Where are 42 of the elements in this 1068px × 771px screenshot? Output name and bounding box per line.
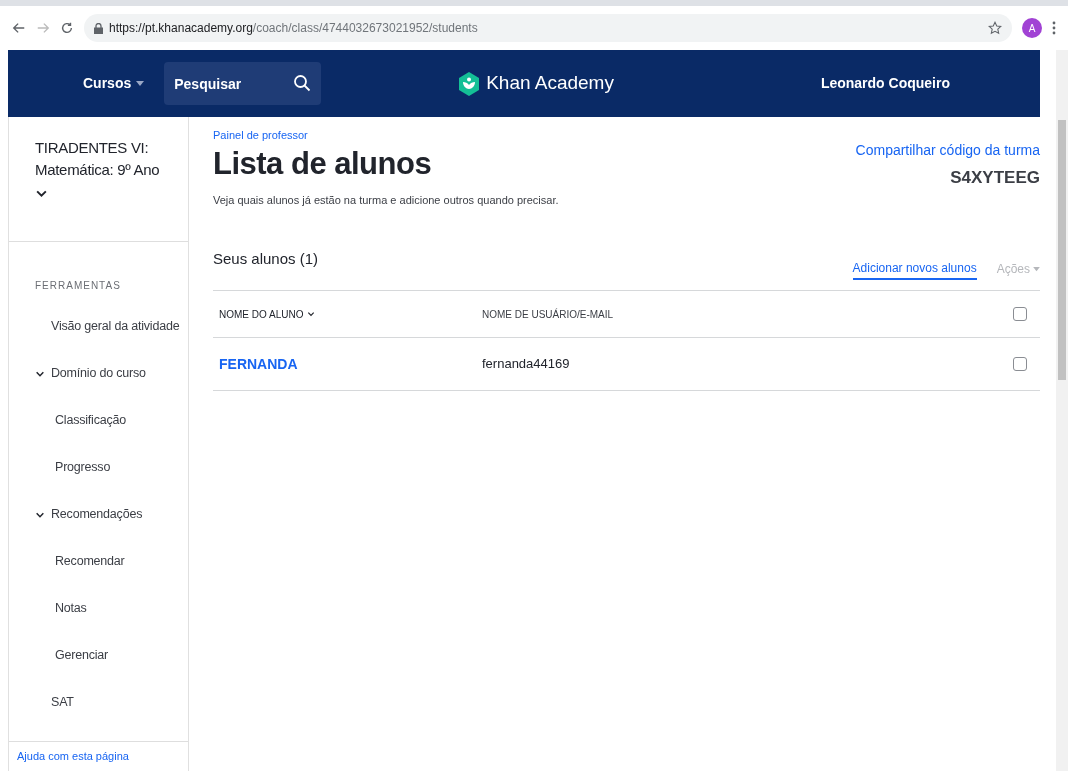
sidebar-link[interactable]: Classificação xyxy=(55,411,127,430)
class-code: S4XYTEEG xyxy=(950,166,1040,189)
search-icon[interactable] xyxy=(293,74,312,92)
caret-icon xyxy=(136,80,145,87)
checkbox[interactable] xyxy=(1013,357,1027,371)
sidebar-link[interactable]: Recomendações xyxy=(51,505,143,524)
sidebar-link[interactable]: Domínio do curso xyxy=(51,364,146,383)
share-code-link[interactable]: Compartilhar código da turma xyxy=(855,139,1040,161)
menu-icon[interactable] xyxy=(1052,21,1056,35)
table-cell-text: fernanda44169 xyxy=(482,355,571,374)
class-name[interactable]: TIRADENTES VI: Matemática: 9º Ano xyxy=(35,137,162,181)
sidebar-link[interactable]: SAT xyxy=(51,693,74,712)
page-title: Lista de alunos xyxy=(213,144,433,183)
khan-academy-logo-icon[interactable] xyxy=(458,71,481,96)
courses-menu[interactable]: Cursos xyxy=(83,73,145,94)
sort-icon xyxy=(307,310,316,318)
add-students-link[interactable]: Adicionar novos alunos xyxy=(852,258,977,280)
sidebar-link[interactable]: Progresso xyxy=(55,458,111,477)
column-header[interactable]: NOME DO ALUNO xyxy=(219,306,304,322)
sidebar-link[interactable]: Recomendar xyxy=(55,552,125,571)
students-heading: Seus alunos (1) xyxy=(213,248,319,269)
caret-icon xyxy=(1033,266,1040,272)
star-icon[interactable] xyxy=(988,21,1002,35)
column-header: NOME DE USUÁRIO/E-MAIL xyxy=(482,307,615,322)
search-field[interactable]: Pesquisar xyxy=(164,62,322,105)
breadcrumb-link[interactable]: Painel de professor xyxy=(213,127,308,144)
user-menu[interactable]: Leonardo Coqueiro xyxy=(820,73,950,94)
reload-icon[interactable] xyxy=(60,21,74,35)
profile-avatar[interactable]: A xyxy=(1022,18,1042,38)
sidebar-link[interactable]: Visão geral da atividade xyxy=(51,317,180,336)
sidebar-link[interactable]: Notas xyxy=(55,599,87,618)
section-label: FERRAMENTAS xyxy=(34,279,122,293)
site-title[interactable]: Khan Academy xyxy=(486,69,614,98)
student-name-link[interactable]: FERNANDA xyxy=(219,353,298,375)
sidebar-link[interactable]: Gerenciar xyxy=(55,646,109,665)
page-subtitle: Veja quais alunos já estão na turma e adicione outros quando precisar. xyxy=(213,192,559,208)
back-icon[interactable] xyxy=(12,21,26,35)
checkbox[interactable] xyxy=(1013,307,1027,321)
address-bar[interactable]: https://pt.khanacademy.org/coach/class/4744032673021952/students xyxy=(84,14,1012,42)
url-text: https://pt.khanacademy.org/coach/class/4744032673021952/students xyxy=(109,20,478,37)
lock-icon xyxy=(94,22,103,34)
help-link[interactable]: Ajuda com esta página xyxy=(17,748,129,765)
